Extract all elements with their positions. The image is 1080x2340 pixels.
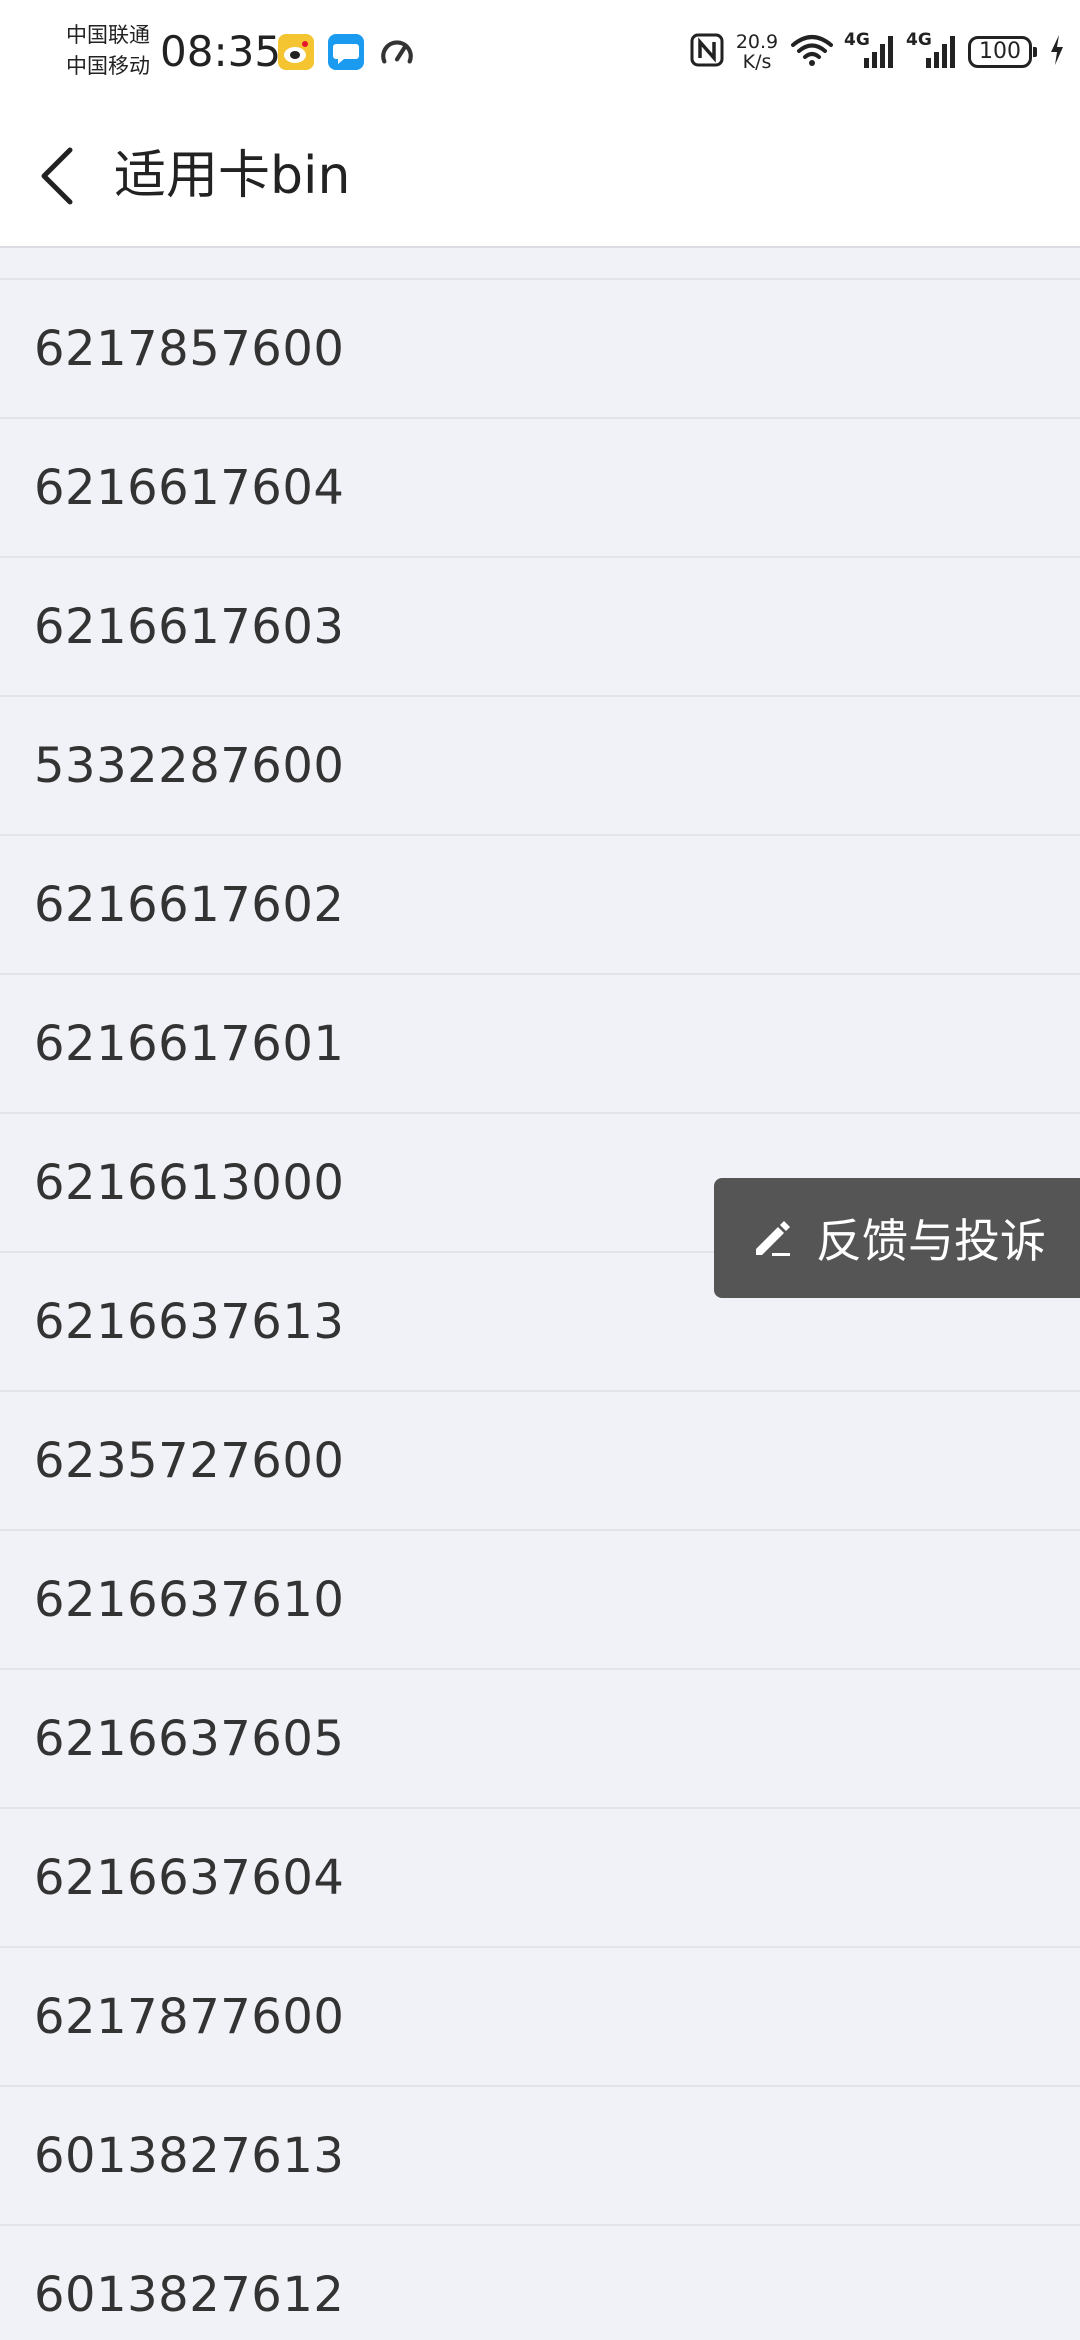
nfc-icon (690, 33, 724, 71)
card-bin-value: 6013827612 (34, 2266, 345, 2323)
feedback-label: 反馈与投诉 (816, 1214, 1046, 1268)
list-item: 6216617601 (0, 975, 1080, 1114)
wifi-icon (790, 33, 834, 71)
speedometer-icon (378, 34, 414, 70)
list-item: 6216637605 (0, 1670, 1080, 1809)
list-item: 6217857600 (0, 280, 1080, 419)
card-bin-list: 6217857600 6216617604 6216617603 5332287… (0, 278, 1080, 2340)
app-header: 适用卡bin (0, 104, 1080, 248)
card-bin-value: 6216637605 (34, 1710, 345, 1767)
list-item: 6235727600 (0, 1392, 1080, 1531)
list-item: 6216617604 (0, 419, 1080, 558)
network-speed-unit: K/s (742, 51, 772, 73)
message-app-icon (328, 34, 364, 70)
page-title: 适用卡bin (114, 146, 351, 206)
list-item: 6216637604 (0, 1809, 1080, 1948)
signal-2-icon: 4G (906, 30, 958, 70)
card-bin-value: 6216617604 (34, 459, 345, 516)
card-bin-value: 6216617602 (34, 876, 345, 933)
list-item: 6013827613 (0, 2087, 1080, 2226)
signal-1-icon: 4G (844, 30, 896, 70)
card-bin-value: 6216613000 (34, 1154, 345, 1211)
list-item: 6216617602 (0, 836, 1080, 975)
card-bin-value: 6216617601 (34, 1015, 345, 1072)
system-icons: 20.9 K/s 4G 4G 100 (690, 28, 1066, 76)
chevron-left-icon (41, 147, 73, 205)
status-bar: 中国联通 中国移动 08:35 20.9 K/s 4G 4G 100 (0, 0, 1080, 104)
notification-icons (278, 30, 414, 74)
weibo-icon (278, 34, 314, 70)
card-bin-value: 5332287600 (34, 737, 345, 794)
card-bin-value: 6217857600 (34, 320, 345, 377)
card-bin-value: 6216637610 (34, 1571, 345, 1628)
card-bin-value: 6217877600 (34, 1988, 345, 2045)
card-bin-value: 6216637604 (34, 1849, 345, 1906)
network-speed: 20.9 K/s (734, 32, 780, 72)
status-time: 08:35 (160, 27, 282, 76)
card-bin-value: 6013827613 (34, 2127, 345, 2184)
feedback-complaint-button[interactable]: 反馈与投诉 (714, 1178, 1080, 1298)
list-item: 6013827612 (0, 2226, 1080, 2340)
back-button[interactable] (30, 140, 86, 212)
list-item: 6216637610 (0, 1531, 1080, 1670)
screen: 中国联通 中国移动 08:35 20.9 K/s 4G 4G 100 适用卡bi… (0, 0, 1080, 2340)
list-item: 5332287600 (0, 697, 1080, 836)
carrier-2: 中国移动 (66, 54, 150, 78)
list-item: 6216617603 (0, 558, 1080, 697)
list-item: 6217877600 (0, 1948, 1080, 2087)
card-bin-value: 6235727600 (34, 1432, 345, 1489)
carrier-info: 中国联通 中国移动 (66, 20, 162, 82)
card-bin-value: 6216617603 (34, 598, 345, 655)
network-speed-value: 20.9 (735, 31, 779, 53)
pencil-icon (756, 1221, 790, 1256)
charging-icon (1048, 33, 1066, 71)
carrier-1: 中国联通 (66, 23, 150, 47)
battery-indicator: 100 (968, 36, 1037, 68)
card-bin-value: 6216637613 (34, 1293, 345, 1350)
